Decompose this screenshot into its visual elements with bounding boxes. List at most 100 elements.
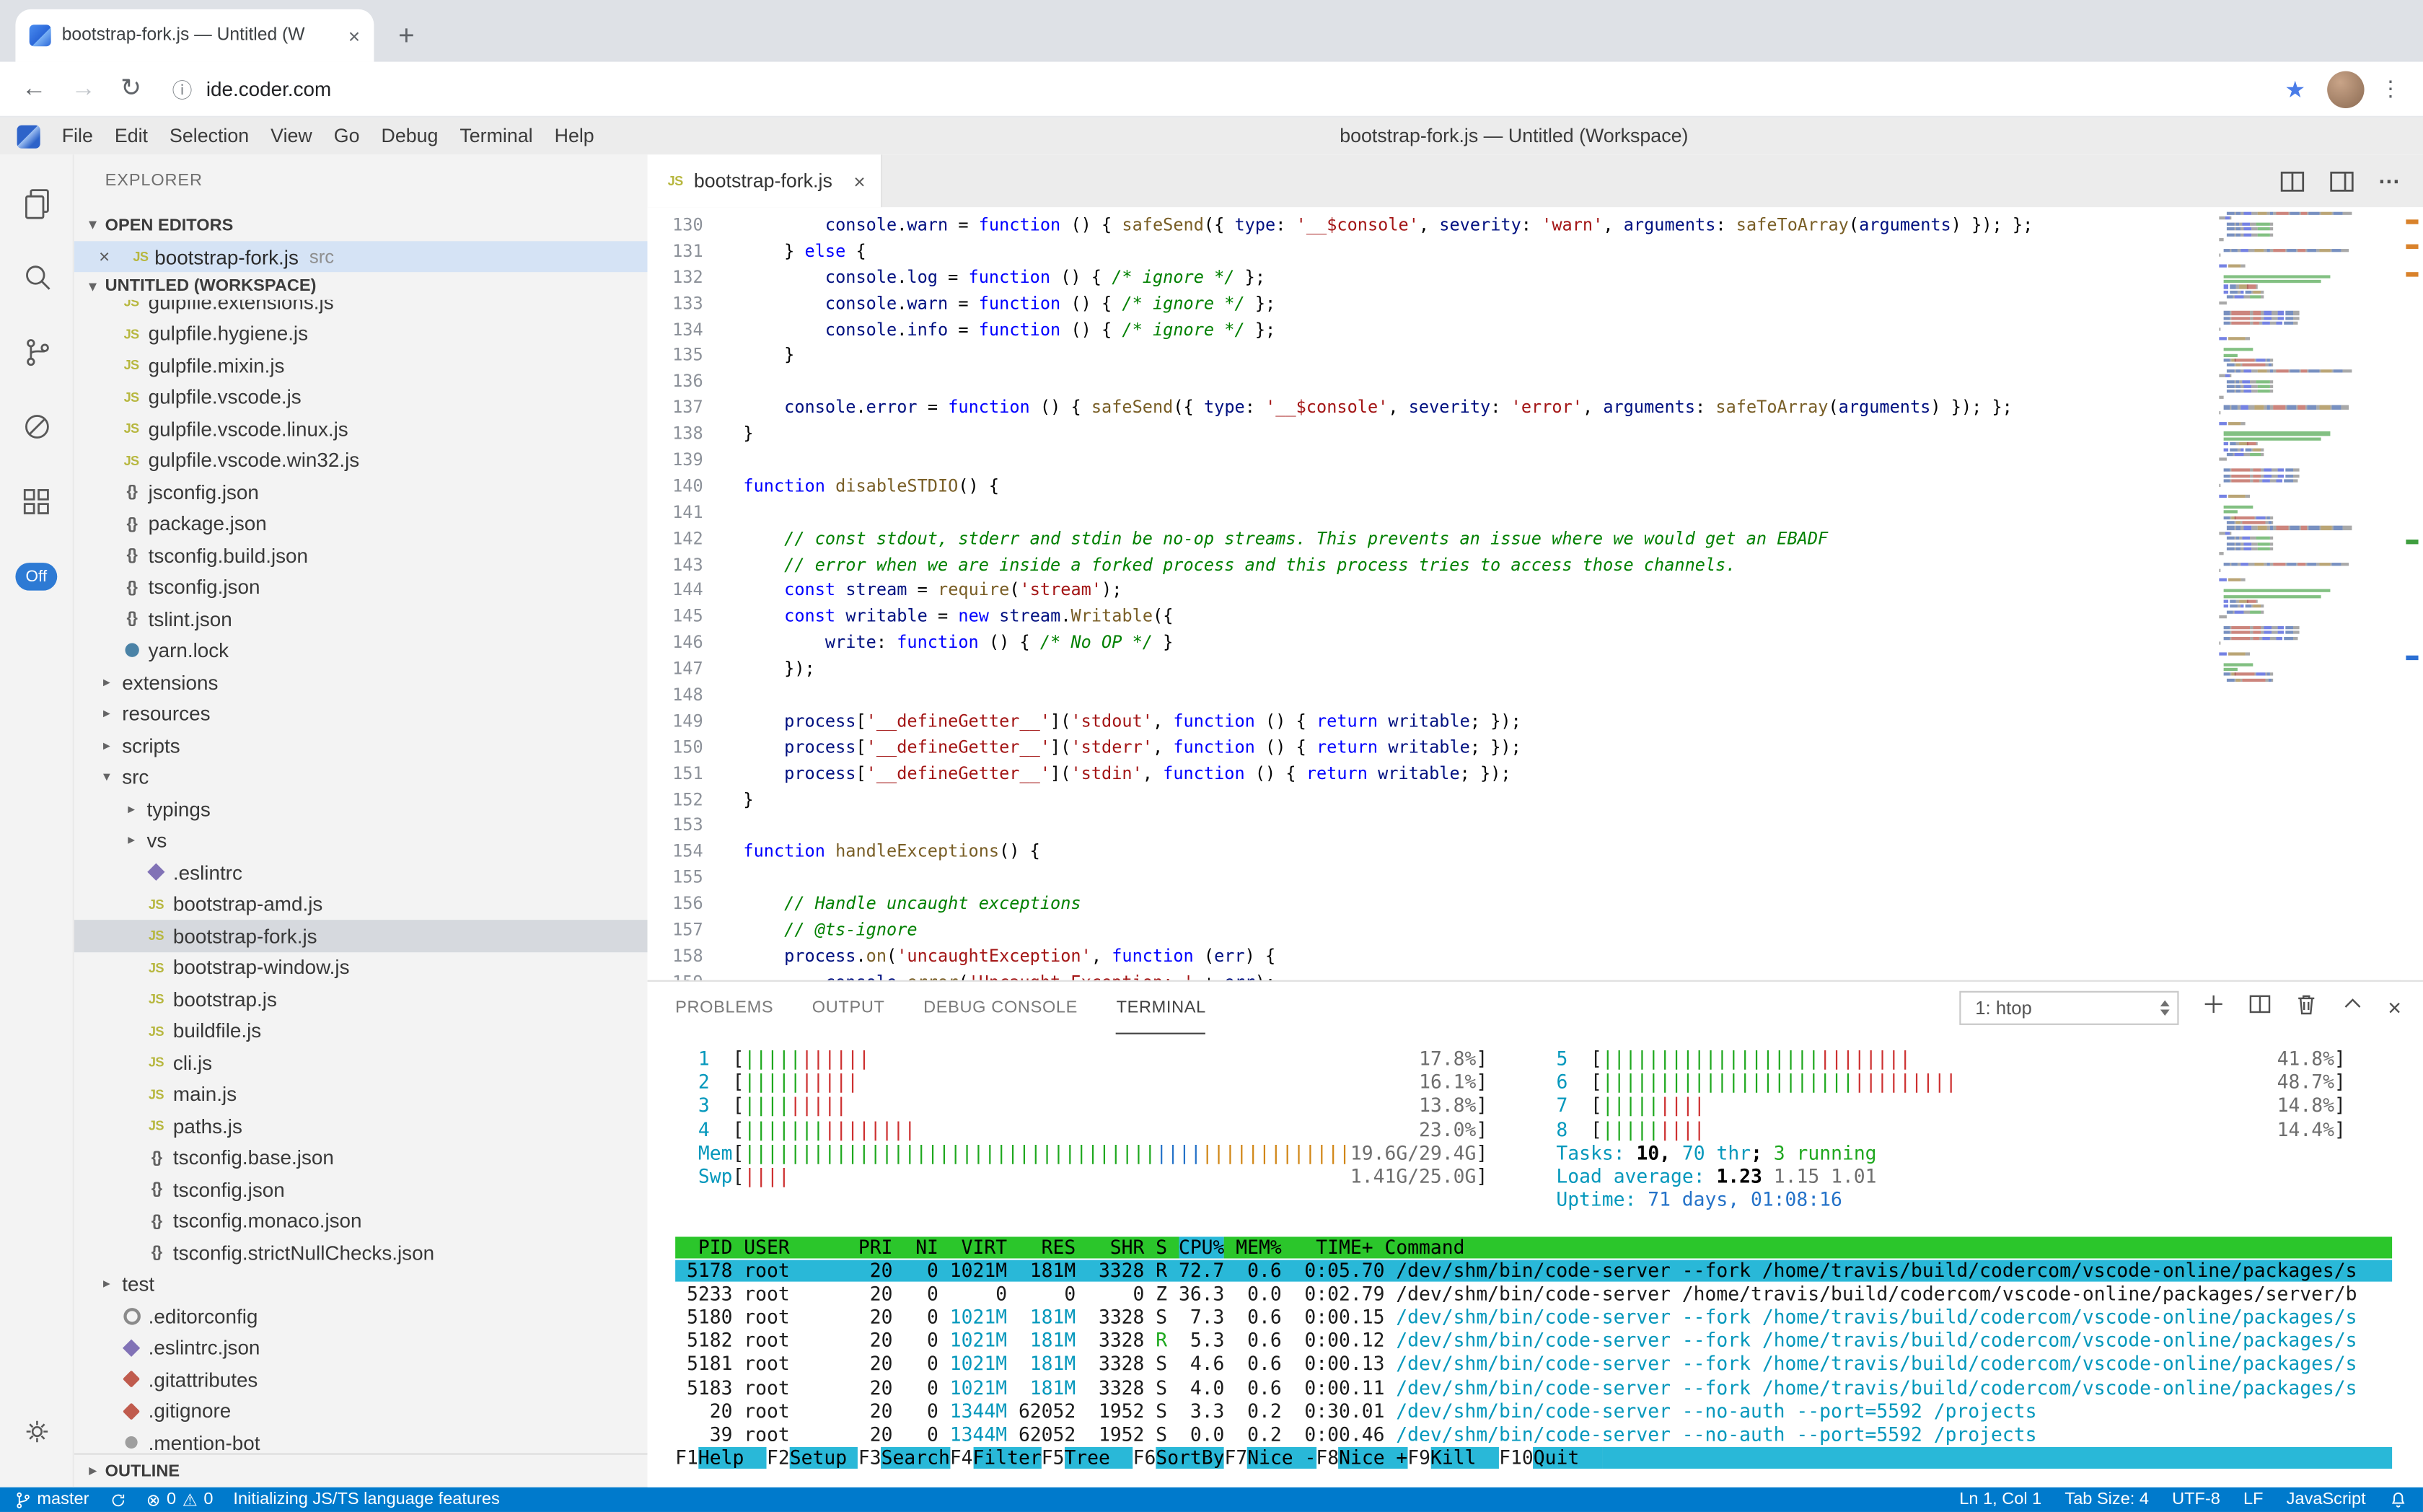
menu-item-go[interactable]: Go: [323, 126, 371, 147]
settings-gear-button[interactable]: [0, 1394, 74, 1469]
menu-item-debug[interactable]: Debug: [370, 126, 449, 147]
terminal[interactable]: 1 [||||||||||| 17.8%] 5 [|||||||||||||||…: [648, 1034, 2423, 1487]
menu-item-view[interactable]: View: [260, 126, 323, 147]
menu-item-file[interactable]: File: [51, 126, 104, 147]
site-info-icon[interactable]: ⓘ: [172, 74, 193, 104]
new-terminal-button[interactable]: [2202, 993, 2225, 1024]
tree-item-.mention-bot[interactable]: .mention-bot: [74, 1427, 648, 1453]
tree-item-label: .eslintrc.json: [149, 1336, 260, 1359]
tree-item-bootstrap-amd.js[interactable]: bootstrap-amd.js: [74, 888, 648, 920]
tree-item-bootstrap.js[interactable]: bootstrap.js: [74, 983, 648, 1015]
back-icon[interactable]: ←: [22, 76, 46, 101]
terminal-picker[interactable]: 1: htop: [1960, 991, 2179, 1025]
tree-item-jsconfig.json[interactable]: jsconfig.json: [74, 476, 648, 508]
split-terminal-button[interactable]: [2248, 993, 2272, 1024]
tree-item-extensions[interactable]: ▸extensions: [74, 667, 648, 698]
editor-tab-bootstrap-fork[interactable]: bootstrap-fork.js ×: [648, 154, 883, 207]
tree-item-tsconfig.build.json[interactable]: tsconfig.build.json: [74, 540, 648, 571]
close-icon[interactable]: ×: [853, 170, 865, 193]
menu-item-selection[interactable]: Selection: [159, 126, 260, 147]
tree-item-gulpfile.mixin.js[interactable]: gulpfile.mixin.js: [74, 349, 648, 381]
tree-item-main.js[interactable]: main.js: [74, 1078, 648, 1110]
tree-item-.eslintrc[interactable]: .eslintrc: [74, 856, 648, 888]
split-editor-icon[interactable]: [2329, 168, 2354, 194]
tree-item-yarn.lock[interactable]: yarn.lock: [74, 635, 648, 667]
tab-close-icon[interactable]: ×: [348, 25, 360, 45]
tree-item-src[interactable]: ▾src: [74, 761, 648, 793]
kill-terminal-button[interactable]: [2295, 993, 2318, 1024]
eol-setting[interactable]: LF: [2243, 1490, 2264, 1509]
problems-indicator[interactable]: ⊗ 0 ⚠ 0: [146, 1490, 214, 1510]
tree-item-tsconfig.strictnullchecks.json[interactable]: tsconfig.strictNullChecks.json: [74, 1236, 648, 1268]
panel-tab-output[interactable]: OUTPUT: [812, 983, 885, 1034]
extensions-button[interactable]: [0, 464, 74, 538]
tree-item-.gitignore[interactable]: .gitignore: [74, 1395, 648, 1427]
minimap[interactable]: [2219, 212, 2401, 976]
open-editors-header[interactable]: ▾ OPEN EDITORS: [74, 208, 648, 241]
panel-tab-terminal[interactable]: TERMINAL: [1117, 983, 1206, 1034]
browser-tab[interactable]: bootstrap-fork.js — Untitled (W ×: [15, 9, 374, 62]
tree-item-scripts[interactable]: ▸scripts: [74, 730, 648, 762]
bookmark-star-icon[interactable]: ★: [2285, 75, 2305, 103]
tree-item-.editorconfig[interactable]: .editorconfig: [74, 1300, 648, 1332]
tree-item-bootstrap-fork.js[interactable]: bootstrap-fork.js: [74, 920, 648, 951]
tree-item-tslint.json[interactable]: tslint.json: [74, 603, 648, 635]
panel-tab-debug-console[interactable]: DEBUG CONSOLE: [923, 983, 1078, 1034]
tree-item-gulpfile.vscode.linux.js[interactable]: gulpfile.vscode.linux.js: [74, 413, 648, 444]
indent-setting[interactable]: Tab Size: 4: [2064, 1490, 2149, 1509]
encoding-setting[interactable]: UTF-8: [2172, 1490, 2220, 1509]
browser-menu-icon[interactable]: ⋮: [2380, 76, 2401, 102]
tree-item-gulpfile.hygiene.js[interactable]: gulpfile.hygiene.js: [74, 317, 648, 349]
tree-item-.eslintrc.json[interactable]: .eslintrc.json: [74, 1332, 648, 1363]
menu-item-help[interactable]: Help: [544, 126, 605, 147]
avatar[interactable]: [2327, 71, 2364, 107]
overview-ruler[interactable]: [2401, 207, 2423, 980]
tree-item-test[interactable]: ▸test: [74, 1268, 648, 1300]
menu-item-edit[interactable]: Edit: [104, 126, 159, 147]
search-button[interactable]: [0, 241, 74, 315]
tree-item-cli.js[interactable]: cli.js: [74, 1047, 648, 1078]
tree-item-package.json[interactable]: package.json: [74, 508, 648, 540]
tree-item-buildfile.js[interactable]: buildfile.js: [74, 1015, 648, 1047]
more-actions-icon[interactable]: ⋯: [2378, 168, 2401, 194]
tree-item-gulpfile.vscode.js[interactable]: gulpfile.vscode.js: [74, 381, 648, 413]
tree-item-label: cli.js: [173, 1051, 212, 1074]
tree-item-tsconfig.base.json[interactable]: tsconfig.base.json: [74, 1142, 648, 1174]
tree-item-paths.js[interactable]: paths.js: [74, 1110, 648, 1142]
open-changes-icon[interactable]: [2279, 168, 2305, 194]
telemetry-off-badge[interactable]: Off: [15, 563, 58, 591]
tree-item-bootstrap-window.js[interactable]: bootstrap-window.js: [74, 951, 648, 983]
tree-item-vs[interactable]: ▸vs: [74, 825, 648, 856]
tree-item-tsconfig.json[interactable]: tsconfig.json: [74, 571, 648, 603]
cursor-position[interactable]: Ln 1, Col 1: [1959, 1490, 2041, 1509]
branch-indicator[interactable]: master: [15, 1490, 89, 1510]
tree-item-gulpfile.extensions.js[interactable]: gulpfile.extensions.js: [74, 300, 648, 318]
workspace-header[interactable]: ▾ UNTITLED (WORKSPACE): [74, 272, 648, 300]
source-control-button[interactable]: [0, 315, 74, 390]
tree-item-resources[interactable]: ▸resources: [74, 698, 648, 730]
language-mode[interactable]: JavaScript: [2287, 1490, 2366, 1509]
tree-item-tsconfig.json[interactable]: tsconfig.json: [74, 1174, 648, 1205]
address-bar[interactable]: ide.coder.com: [206, 77, 2285, 100]
explorer-button[interactable]: [0, 167, 74, 241]
notifications-bell-icon[interactable]: [2389, 1490, 2408, 1509]
tree-item-gulpfile.vscode.win32.js[interactable]: gulpfile.vscode.win32.js: [74, 444, 648, 476]
panel-tab-problems[interactable]: PROBLEMS: [675, 983, 773, 1034]
outline-header[interactable]: ▸ OUTLINE: [74, 1454, 648, 1487]
sync-button[interactable]: [109, 1491, 126, 1508]
reload-icon[interactable]: ↻: [120, 76, 141, 101]
tree-item-typings[interactable]: ▸typings: [74, 793, 648, 825]
maximize-panel-button[interactable]: [2341, 993, 2365, 1024]
menu-item-terminal[interactable]: Terminal: [449, 126, 543, 147]
open-editor-item[interactable]: × bootstrap-fork.js src: [74, 241, 648, 272]
forward-icon[interactable]: →: [71, 76, 96, 101]
trash-icon: [2295, 993, 2318, 1016]
code-editor[interactable]: 130 console.warn = function () { safeSen…: [648, 207, 2423, 980]
new-tab-button[interactable]: +: [387, 15, 427, 56]
close-panel-button[interactable]: ×: [2388, 996, 2401, 1019]
tree-item-tsconfig.monaco.json[interactable]: tsconfig.monaco.json: [74, 1205, 648, 1237]
tree-item-label: gulpfile.vscode.js: [149, 385, 302, 408]
tree-item-.gitattributes[interactable]: .gitattributes: [74, 1363, 648, 1395]
close-icon[interactable]: ×: [99, 246, 127, 268]
debug-button[interactable]: [0, 390, 74, 464]
